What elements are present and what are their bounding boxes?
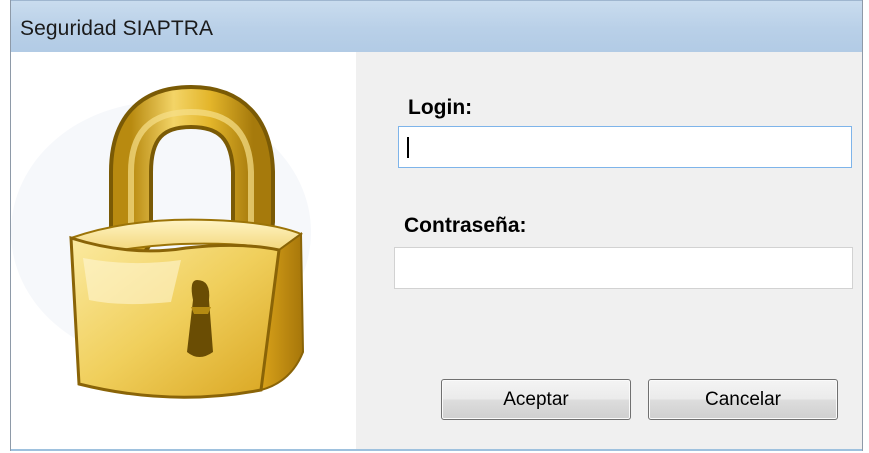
password-input[interactable] [394,247,853,289]
password-label: Contraseña: [404,214,527,237]
credentials-pane: Login: Contraseña: Aceptar Cancelar [356,52,862,451]
padlock-icon [11,84,311,399]
accept-button-label: Aceptar [503,388,569,410]
text-caret [407,137,409,158]
cancel-button-label: Cancelar [704,388,782,410]
cancel-button[interactable]: Cancelar [648,379,838,420]
login-label: Login: [408,96,473,119]
title-bar[interactable]: Seguridad SIAPTRA [11,0,862,52]
lock-image-pane [11,52,356,451]
window-title: Seguridad SIAPTRA [20,17,214,40]
window-bottom-border [11,449,862,451]
login-input[interactable] [398,126,852,168]
accept-button[interactable]: Aceptar [441,379,631,420]
login-dialog: Seguridad SIAPTRA Login: Contraseña: Ace… [10,0,863,451]
